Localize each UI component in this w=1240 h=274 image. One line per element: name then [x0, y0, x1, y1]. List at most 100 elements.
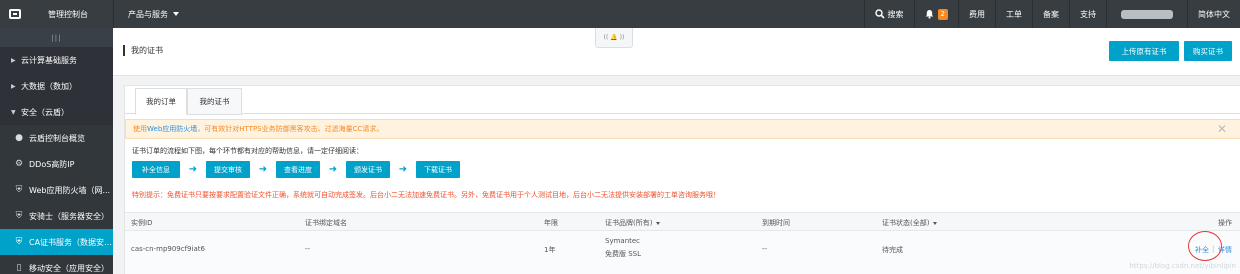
close-icon[interactable]: ✕: [1217, 122, 1227, 136]
order-flow-steps: 补全信息 ➜ 提交审核 ➜ 查看进度 ➜ 颁发证书 ➜ 下载证书: [132, 161, 460, 178]
sidebar-group-cloud-computing[interactable]: ▶ 云计算基础服务: [0, 47, 113, 73]
sidebar-group-big-data[interactable]: ▶ 大数据（数加）: [0, 73, 113, 99]
bell-icon: [925, 10, 933, 19]
main-content: 我的证书 (( 🔔 )) 上传原有证书 购买证书 我的订单 我的证书 使用 Web…: [113, 28, 1240, 274]
search-button[interactable]: 搜索: [863, 0, 914, 28]
search-label: 搜索: [887, 9, 904, 19]
mobile-icon: ▯: [16, 263, 22, 273]
page-title: 我的证书: [123, 45, 163, 56]
tab-bar: 我的订单 我的证书: [125, 86, 1240, 115]
status-filter-label: 证书状态(全部): [882, 219, 930, 227]
sidebar-group-label: 云计算基础服务: [21, 55, 77, 65]
sidebar-group-label: 大数据（数加）: [21, 81, 77, 91]
shield-icon: ⛨: [15, 211, 23, 221]
notice-suffix: ，可有效针对HTTPS业务防御黑客攻击、过滤海量CC请求。: [197, 125, 384, 133]
tab-my-orders[interactable]: 我的订单: [135, 88, 187, 115]
sidebar-item-label: 安骑士（服务器安全）: [29, 211, 109, 221]
chevron-down-icon: [173, 12, 179, 16]
notifications-button[interactable]: 2: [913, 0, 958, 28]
certificate-panel: 我的订单 我的证书 使用 Web应用防火墙 ，可有效针对HTTPS业务防御黑客攻击、…: [124, 85, 1240, 274]
table-header-row: 实例ID 证书绑定域名 年限 证书品牌(所有) 到期时间 证书状态(全部) 操作: [125, 212, 1240, 231]
user-account-menu[interactable]: [1106, 0, 1187, 28]
complete-info-link[interactable]: 补全: [1195, 245, 1209, 255]
instance-id-cell: cas-cn-mp909cf9iat6: [131, 245, 205, 253]
sidebar-item-ca-certificate[interactable]: ⛨ CA证书服务（数据安...: [0, 229, 113, 255]
nav-support[interactable]: 支持: [1069, 0, 1106, 28]
flow-tip-text: 证书订单的流程如下图，每个环节都有对应的帮助信息，请一定仔细阅读：: [132, 147, 363, 155]
dot-icon: ●: [15, 133, 23, 143]
brand-edition-cell: 免费版 SSL: [605, 250, 642, 258]
page-header: 我的证书 (( 🔔 )) 上传原有证书 购买证书: [113, 28, 1240, 76]
years-cell: 1年: [544, 246, 556, 254]
products-services-menu[interactable]: 产品与服务: [113, 0, 193, 28]
brand-name-cell: Symantec: [605, 237, 641, 245]
domain-cell: --: [305, 245, 311, 253]
special-notice-text: 特别提示：免费证书只要按要求配置验证文件正确，系统就可自动完成签发。后台小二无法…: [132, 191, 720, 199]
gear-icon: ⚙: [14, 159, 24, 169]
status-cell: 待完成: [882, 246, 903, 254]
brand-filter-label: 证书品牌(所有): [605, 219, 653, 227]
notification-float-tab[interactable]: (( 🔔 )): [595, 28, 633, 48]
nav-billing[interactable]: 费用: [958, 0, 995, 28]
sidebar-item-ddos[interactable]: ⚙ DDoS高防IP: [0, 151, 113, 177]
sidebar-item-waf[interactable]: ⛨ Web应用防火墙（网...: [0, 177, 113, 203]
aliyun-logo-icon[interactable]: [0, 0, 30, 28]
sidebar: ||| ▶ 云计算基础服务 ▶ 大数据（数加） ▼ 安全（云盾） ● 云盾控制台…: [0, 28, 113, 274]
sidebar-item-server-security[interactable]: ⛨ 安骑士（服务器安全）: [0, 203, 113, 229]
notification-count-badge: 2: [937, 8, 948, 20]
arrow-right-icon: ➜: [188, 164, 198, 175]
top-right-nav: 搜索 2 费用 工单 备案 支持 简体中文: [863, 0, 1240, 28]
sidebar-item-label: Web应用防火墙（网...: [29, 185, 111, 195]
sidebar-item-overview[interactable]: ● 云盾控制台概览: [0, 125, 113, 151]
caret-right-icon: ▶: [11, 82, 16, 90]
column-header-instance-id: 实例ID: [131, 219, 153, 227]
column-header-expiry: 到期时间: [762, 219, 790, 227]
table-row: cas-cn-mp909cf9iat6 -- 1年 Symantec 免费版 S…: [125, 231, 1240, 274]
products-services-label: 产品与服务: [128, 9, 168, 19]
column-header-actions: 操作: [1218, 219, 1232, 227]
shield-icon: ⛨: [15, 185, 23, 195]
caret-right-icon: ▶: [11, 56, 16, 64]
column-header-status-filter[interactable]: 证书状态(全部): [882, 218, 938, 228]
tab-my-certificates[interactable]: 我的证书: [187, 88, 242, 115]
step-complete-info-button[interactable]: 补全信息: [132, 161, 180, 178]
sidebar-item-label: 云盾控制台概览: [29, 133, 85, 143]
waf-link[interactable]: Web应用防火墙: [147, 124, 197, 134]
notice-prefix: 使用: [133, 125, 147, 133]
sidebar-collapse-handle[interactable]: |||: [0, 28, 113, 47]
chevron-down-icon: [656, 221, 661, 225]
column-header-brand-filter[interactable]: 证书品牌(所有): [605, 218, 661, 228]
buy-certificate-button[interactable]: 购买证书: [1184, 41, 1232, 61]
step-issue-certificate-button[interactable]: 颁发证书: [346, 161, 390, 178]
language-selector[interactable]: 简体中文: [1187, 0, 1240, 28]
column-header-years: 年限: [544, 219, 558, 227]
arrow-right-icon: ➜: [258, 164, 268, 175]
top-navigation-bar: 管理控制台 产品与服务 搜索 2 费用 工单 备案 支持 简体中文: [0, 0, 1240, 28]
step-submit-review-button[interactable]: 提交审核: [206, 161, 250, 178]
step-download-certificate-button[interactable]: 下载证书: [416, 161, 460, 178]
sidebar-item-label: 移动安全（应用安全）: [29, 263, 109, 273]
search-icon: [874, 9, 885, 19]
watermark-text: https://blog.csdn.net/yibinlipin: [1129, 262, 1236, 270]
nav-icp-filing[interactable]: 备案: [1032, 0, 1069, 28]
sidebar-item-mobile-security[interactable]: ▯ 移动安全（应用安全）: [0, 255, 113, 274]
expiry-cell: --: [762, 245, 768, 253]
redacted-username: [1121, 9, 1173, 19]
column-header-domain: 证书绑定域名: [305, 219, 347, 227]
sidebar-group-label: 安全（云盾）: [21, 107, 69, 117]
waf-notice-banner: 使用 Web应用防火墙 ，可有效针对HTTPS业务防御黑客攻击、过滤海量CC请求。 …: [125, 119, 1240, 139]
arrow-right-icon: ➜: [328, 164, 338, 175]
console-title[interactable]: 管理控制台: [30, 9, 112, 20]
nav-tickets[interactable]: 工单: [995, 0, 1032, 28]
action-separator: |: [1212, 245, 1215, 253]
details-link[interactable]: 详情: [1218, 245, 1232, 255]
arrow-right-icon: ➜: [398, 164, 408, 175]
chevron-down-icon: [933, 221, 938, 225]
sidebar-item-label: CA证书服务（数据安...: [29, 237, 112, 247]
upload-certificate-button[interactable]: 上传原有证书: [1109, 41, 1179, 61]
sidebar-item-label: DDoS高防IP: [29, 159, 75, 169]
sidebar-group-security[interactable]: ▼ 安全（云盾）: [0, 99, 113, 125]
certificate-icon: ⛨: [15, 237, 23, 247]
caret-down-icon: ▼: [11, 108, 16, 116]
step-view-progress-button[interactable]: 查看进度: [276, 161, 320, 178]
